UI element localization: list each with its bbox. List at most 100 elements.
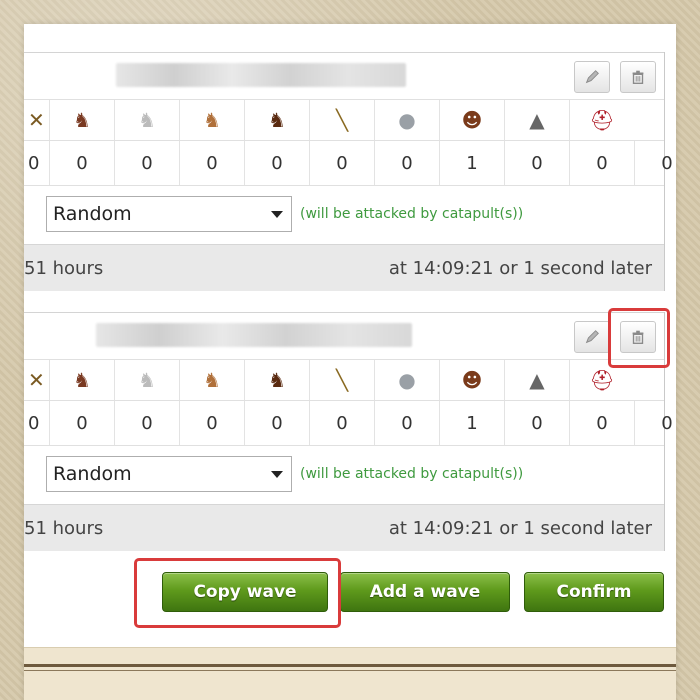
edit-wave-button[interactable] bbox=[574, 61, 610, 93]
unit-count[interactable]: 0 bbox=[309, 401, 374, 445]
unit-count[interactable]: 0 bbox=[244, 401, 309, 445]
rally-point-panel: ✕ ♞ ♞ ♞ ♞ ╲ ● ☻ ▲ ⛑ 00000001000 Random (will be a… bbox=[24, 24, 676, 700]
ram-icon: ✕ bbox=[28, 108, 45, 132]
unit-cell: ▲ bbox=[504, 360, 569, 400]
catapult-target-value: Random bbox=[53, 203, 132, 225]
unit-count[interactable]: 0 bbox=[504, 141, 569, 185]
redacted-target-name bbox=[116, 63, 406, 87]
white-horse-icon: ♞ bbox=[138, 368, 156, 392]
unit-cell: ⛑ bbox=[569, 100, 634, 140]
unit-cell: ♞ bbox=[179, 100, 244, 140]
trash-icon bbox=[632, 70, 644, 84]
unit-count[interactable]: 0 bbox=[114, 401, 179, 445]
redacted-target-name bbox=[96, 323, 412, 347]
unit-cell: ☻ bbox=[439, 360, 504, 400]
settler-icon: ▲ bbox=[529, 108, 545, 132]
wave-1: ✕ ♞ ♞ ♞ ♞ ╲ ● ☻ ▲ ⛑ 00000001000 Random (will be a… bbox=[24, 52, 673, 291]
unit-count[interactable]: 0 bbox=[244, 141, 309, 185]
wave-header bbox=[24, 52, 664, 99]
pencil-icon bbox=[585, 70, 599, 84]
unit-count[interactable]: 0 bbox=[49, 141, 114, 185]
catapult-hint: (will be attacked by catapult(s)) bbox=[300, 206, 524, 222]
unit-cell: ╲ bbox=[309, 100, 374, 140]
white-horse-icon: ♞ bbox=[138, 108, 156, 132]
brown-horse-icon: ♞ bbox=[203, 368, 221, 392]
pencil-icon bbox=[585, 330, 599, 344]
unit-count[interactable]: 0 bbox=[179, 401, 244, 445]
unit-cell: ✕ bbox=[24, 360, 49, 400]
unit-count[interactable]: 0 bbox=[24, 141, 49, 185]
unit-count[interactable]: 0 bbox=[24, 401, 49, 445]
unit-count[interactable]: 0 bbox=[374, 401, 439, 445]
unit-count[interactable]: 0 bbox=[569, 401, 634, 445]
hero-icon: ⛑ bbox=[589, 368, 615, 392]
unit-cell: ♞ bbox=[244, 100, 309, 140]
unit-count[interactable]: 0 bbox=[569, 141, 634, 185]
settler-icon: ▲ bbox=[529, 368, 545, 392]
unit-cell: ♞ bbox=[49, 100, 114, 140]
travel-duration: 51 hours bbox=[24, 518, 104, 539]
ram-icon: ✕ bbox=[28, 368, 45, 392]
delete-wave-button[interactable] bbox=[620, 321, 656, 353]
unit-cell: ☻ bbox=[439, 100, 504, 140]
unit-count[interactable]: 1 bbox=[439, 141, 504, 185]
brown-horse-icon: ♞ bbox=[203, 108, 221, 132]
arrival-time: at 14:09:21 or 1 second later bbox=[388, 518, 652, 539]
unit-cell: ♞ bbox=[114, 360, 179, 400]
unit-count[interactable]: 0 bbox=[374, 141, 439, 185]
travel-duration: 51 hours bbox=[24, 258, 104, 279]
edit-wave-button[interactable] bbox=[574, 321, 610, 353]
catapult-icon: ● bbox=[398, 368, 416, 392]
catapult-target-value: Random bbox=[53, 463, 132, 485]
unit-counts-row: 00000001000 bbox=[24, 140, 673, 185]
delete-wave-button[interactable] bbox=[620, 61, 656, 93]
unit-count[interactable]: 0 bbox=[179, 141, 244, 185]
unit-cell: ▲ bbox=[504, 100, 569, 140]
trash-icon bbox=[632, 330, 644, 344]
catapult-target-select[interactable]: Random bbox=[46, 456, 292, 492]
unit-count[interactable]: 0 bbox=[634, 401, 699, 445]
catapult-target-select[interactable]: Random bbox=[46, 196, 292, 232]
arrival-time: at 14:09:21 or 1 second later bbox=[388, 258, 652, 279]
add-wave-button[interactable]: Add a wave bbox=[340, 572, 510, 612]
wave-2: ✕ ♞ ♞ ♞ ♞ ╲ ● ☻ ▲ ⛑ 00000001000 Random (will be a… bbox=[24, 312, 673, 551]
dark-horse-icon: ♞ bbox=[268, 368, 286, 392]
battering-ram-icon: ╲ bbox=[335, 108, 349, 132]
unit-cell: ● bbox=[374, 360, 439, 400]
catapult-target-row: Random (will be attacked by catapult(s)) bbox=[24, 445, 664, 504]
dark-horse-icon: ♞ bbox=[268, 108, 286, 132]
unit-cell: ● bbox=[374, 100, 439, 140]
unit-icons-row: ✕ ♞ ♞ ♞ ♞ ╲ ● ☻ ▲ ⛑ bbox=[24, 99, 664, 140]
unit-count[interactable]: 0 bbox=[49, 401, 114, 445]
copy-wave-button[interactable]: Copy wave bbox=[162, 572, 328, 612]
divider bbox=[24, 670, 676, 671]
catapult-target-row: Random (will be attacked by catapult(s)) bbox=[24, 185, 664, 244]
haeduan-icon: ♞ bbox=[73, 368, 91, 392]
unit-cell: ✕ bbox=[24, 100, 49, 140]
chieftain-icon: ☻ bbox=[461, 368, 483, 392]
unit-counts-row: 00000001000 bbox=[24, 400, 673, 445]
hero-icon: ⛑ bbox=[589, 108, 615, 132]
timing-row: 51 hours at 14:09:21 or 1 second later bbox=[24, 504, 664, 551]
unit-icons-row: ✕ ♞ ♞ ♞ ♞ ╲ ● ☻ ▲ ⛑ bbox=[24, 359, 664, 400]
unit-cell: ♞ bbox=[179, 360, 244, 400]
wave-header bbox=[24, 312, 664, 359]
catapult-hint: (will be attacked by catapult(s)) bbox=[300, 466, 524, 482]
unit-count[interactable]: 0 bbox=[634, 141, 699, 185]
battering-ram-icon: ╲ bbox=[335, 368, 349, 392]
unit-cell: ♞ bbox=[244, 360, 309, 400]
catapult-icon: ● bbox=[398, 108, 416, 132]
unit-cell: ♞ bbox=[49, 360, 114, 400]
unit-count[interactable]: 0 bbox=[504, 401, 569, 445]
unit-count[interactable]: 0 bbox=[114, 141, 179, 185]
confirm-button[interactable]: Confirm bbox=[524, 572, 664, 612]
unit-cell: ⛑ bbox=[569, 360, 634, 400]
dropdown-arrow-icon bbox=[271, 211, 283, 218]
unit-count[interactable]: 1 bbox=[439, 401, 504, 445]
dropdown-arrow-icon bbox=[271, 471, 283, 478]
unit-count[interactable]: 0 bbox=[309, 141, 374, 185]
timing-row: 51 hours at 14:09:21 or 1 second later bbox=[24, 244, 664, 291]
unit-cell: ♞ bbox=[114, 100, 179, 140]
page-footer-band bbox=[24, 647, 676, 700]
unit-cell: ╲ bbox=[309, 360, 374, 400]
